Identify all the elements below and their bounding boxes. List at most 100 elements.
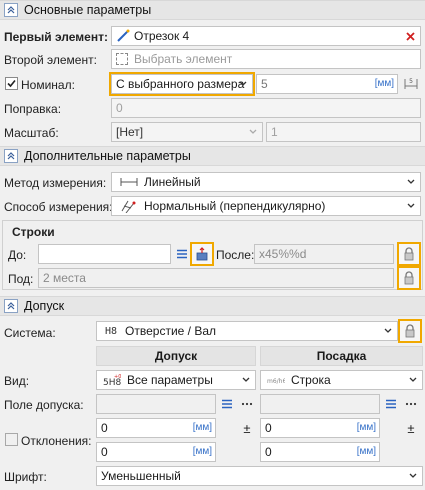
svg-text:+0.1: +0.1 [114, 374, 121, 380]
scale-factor: 1 [271, 125, 278, 139]
second-element-field[interactable]: Выбрать элемент [111, 49, 421, 69]
font-value: Уменьшенный [101, 469, 181, 483]
linear-dimension-icon [120, 178, 138, 186]
chevron-down-icon [384, 328, 392, 333]
tolerance-view-icon: 5H8+0.1 [103, 374, 121, 387]
unit-label: [мм] [356, 422, 376, 433]
dev-upper-hole-value: 0 [101, 421, 108, 435]
view-shaft-dropdown[interactable]: m6/h6 Строка [260, 370, 423, 390]
scale-value: [Нет] [116, 125, 144, 139]
view-hole-value: Все параметры [127, 373, 213, 387]
system-lock-button[interactable] [398, 319, 422, 343]
field-label: Поле допуска: [4, 398, 84, 412]
dev-lower-shaft-input[interactable]: 0 [мм] [260, 442, 380, 462]
method-label: Метод измерения: [4, 176, 107, 190]
font-dropdown[interactable]: Уменьшенный [96, 466, 423, 486]
before-list-button[interactable] [172, 244, 192, 264]
nominal-checkbox[interactable] [5, 77, 18, 90]
chevron-down-icon [249, 129, 257, 134]
way-value: Нормальный (перпендикулярно) [144, 199, 326, 213]
section-header-additional[interactable]: Дополнительные параметры [0, 146, 425, 166]
unit-label: [мм] [356, 446, 376, 457]
after-label: После: [216, 248, 255, 262]
dev-upper-shaft-input[interactable]: 0 [мм] [260, 418, 380, 438]
system-value: Отверстие / Вал [125, 324, 217, 338]
collapse-up-icon[interactable] [4, 299, 18, 313]
strings-title: Строки [12, 225, 55, 239]
deviations-checkbox[interactable] [5, 433, 18, 446]
more-icon [405, 402, 417, 406]
field-shaft-list-button[interactable] [381, 394, 401, 414]
system-dropdown[interactable]: H8 Отверстие / Вал [96, 321, 398, 341]
chevron-down-icon [407, 179, 415, 184]
view-shaft-value: Строка [291, 373, 331, 387]
method-value: Линейный [144, 175, 201, 189]
correction-input[interactable]: 0 [111, 98, 421, 118]
under-label: Под: [8, 272, 34, 286]
first-element-value: Отрезок 4 [134, 29, 190, 43]
plus-minus-shaft-button[interactable]: ± [401, 418, 421, 438]
second-element-placeholder: Выбрать элемент [134, 52, 233, 66]
dev-upper-shaft-value: 0 [265, 421, 272, 435]
collapse-up-icon[interactable] [4, 149, 18, 163]
list-icon [222, 399, 232, 409]
view-hole-dropdown[interactable]: 5H8+0.1 Все параметры [96, 370, 256, 390]
more-icon [241, 402, 253, 406]
section-title: Основные параметры [24, 3, 152, 17]
nominal-value-input[interactable]: 5 [мм] [256, 74, 398, 94]
dimension-icon: 5 [404, 78, 418, 89]
scale-dropdown[interactable]: [Нет] [111, 122, 263, 142]
plus-minus-hole-button[interactable]: ± [237, 418, 257, 438]
section-header-main[interactable]: Основные параметры [0, 0, 425, 20]
field-shaft-input[interactable] [260, 394, 380, 414]
hole-column-header: Допуск [96, 346, 256, 366]
before-label: До: [8, 248, 27, 262]
chevron-down-icon [407, 203, 415, 208]
perpendicular-icon [121, 200, 136, 213]
clear-icon[interactable] [406, 32, 415, 41]
after-input[interactable]: x45%%d [254, 244, 394, 264]
first-element-label: Первый элемент: [4, 30, 108, 44]
nominal-dimension-button[interactable]: 5 [401, 74, 421, 94]
section-header-tolerance[interactable]: Допуск [0, 296, 425, 316]
method-dropdown[interactable]: Линейный [111, 172, 421, 192]
svg-text:5: 5 [409, 78, 413, 85]
collapse-up-icon[interactable] [4, 3, 18, 17]
system-label: Система: [4, 326, 56, 340]
deviations-label: Отклонения: [21, 434, 92, 448]
select-element-icon [116, 53, 128, 65]
before-input[interactable] [38, 244, 171, 264]
insert-symbol-icon [196, 247, 208, 261]
dev-lower-hole-value: 0 [101, 445, 108, 459]
field-shaft-more-button[interactable] [401, 394, 421, 414]
dev-lower-hole-input[interactable]: 0 [мм] [96, 442, 216, 462]
dev-lower-shaft-value: 0 [265, 445, 272, 459]
section-title: Дополнительные параметры [24, 149, 191, 163]
nominal-mode-dropdown[interactable]: С выбранного размера [109, 72, 255, 96]
scale-factor-input[interactable]: 1 [266, 122, 421, 142]
svg-text:m6/h6: m6/h6 [267, 378, 285, 385]
unit-label: [мм] [192, 446, 212, 457]
dev-upper-hole-input[interactable]: 0 [мм] [96, 418, 216, 438]
shaft-column-header: Посадка [260, 346, 423, 366]
correction-value: 0 [116, 101, 123, 115]
chevron-down-icon [409, 377, 417, 382]
correction-label: Поправка: [4, 102, 62, 116]
chevron-down-icon [242, 377, 250, 382]
field-hole-list-button[interactable] [217, 394, 237, 414]
way-dropdown[interactable]: Нормальный (перпендикулярно) [111, 196, 421, 216]
under-lock-button[interactable] [397, 266, 421, 290]
system-icon-text: H8 [105, 325, 118, 337]
field-hole-input[interactable] [96, 394, 216, 414]
scale-label: Масштаб: [4, 126, 59, 140]
field-hole-more-button[interactable] [237, 394, 257, 414]
special-symbol-button[interactable] [190, 242, 214, 266]
after-lock-button[interactable] [397, 242, 421, 266]
under-value: 2 места [43, 271, 86, 285]
after-value: x45%%d [259, 247, 307, 261]
second-element-label: Второй элемент: [4, 53, 97, 67]
section-title: Допуск [24, 299, 65, 313]
under-input[interactable]: 2 места [38, 268, 394, 288]
first-element-field[interactable]: Отрезок 4 [111, 26, 421, 46]
lock-icon [405, 324, 415, 338]
